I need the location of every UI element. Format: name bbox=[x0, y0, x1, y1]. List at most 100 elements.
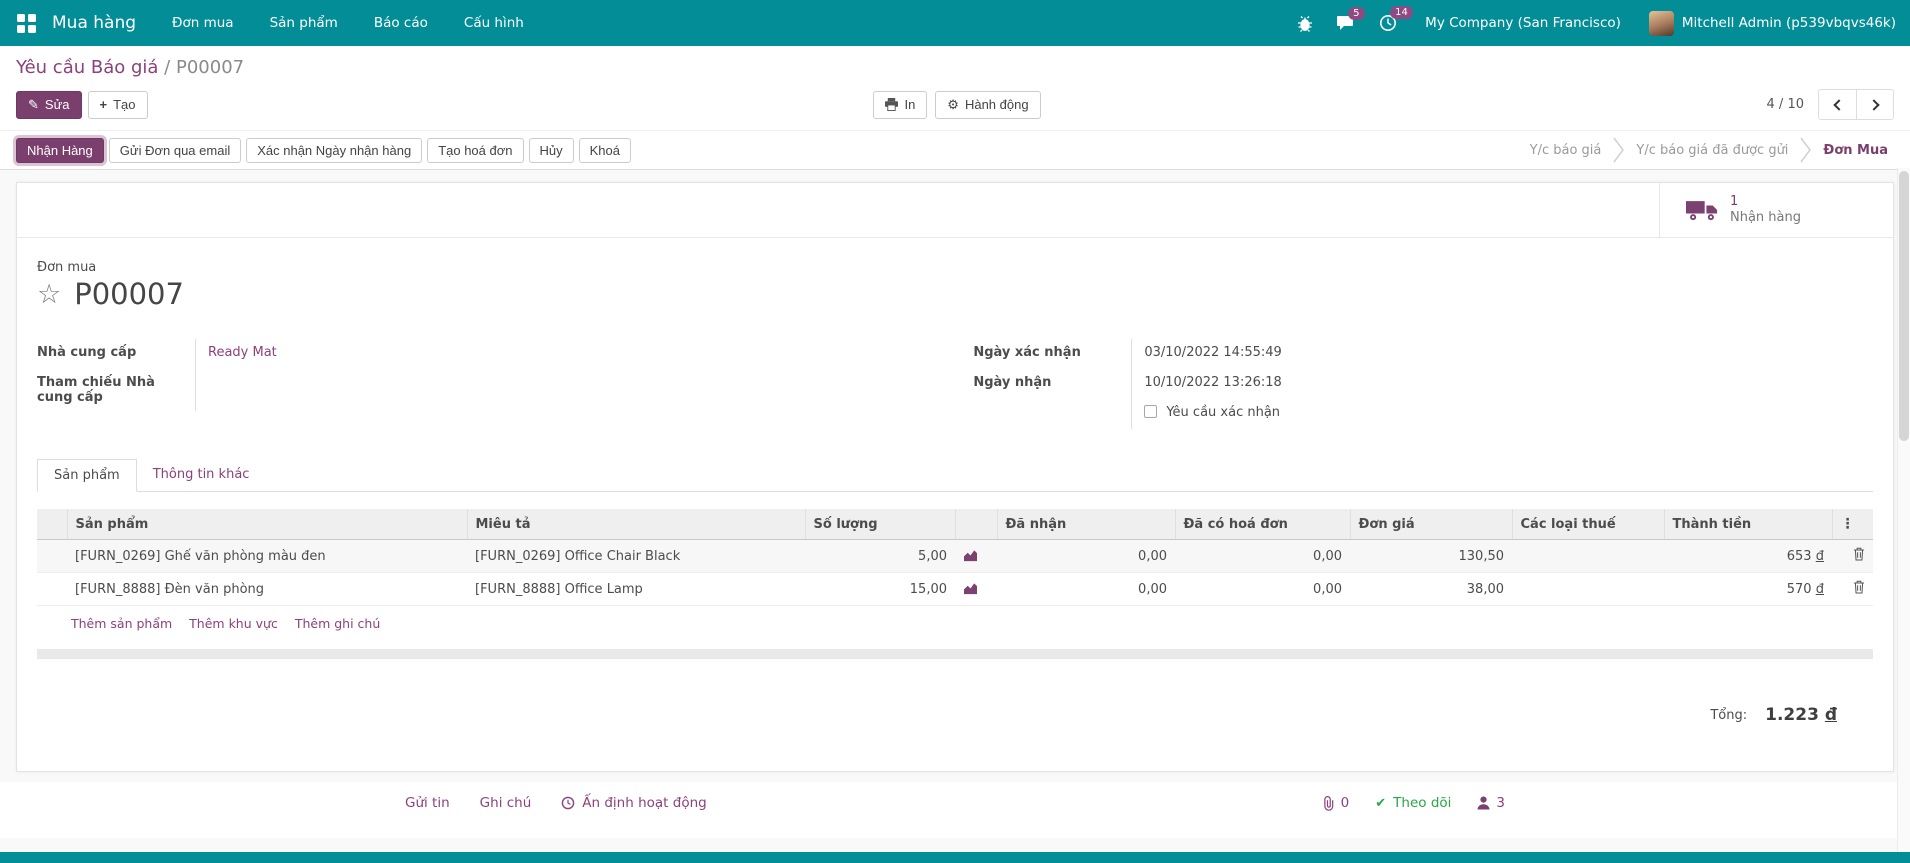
receive-products-button[interactable]: Nhận Hàng bbox=[16, 138, 104, 163]
add-note-link[interactable]: Thêm ghi chú bbox=[295, 616, 380, 631]
add-section-link[interactable]: Thêm khu vực bbox=[189, 616, 278, 631]
cell-product: [FURN_8888] Đèn văn phòng bbox=[67, 573, 467, 606]
step-arrow-icon bbox=[1800, 136, 1811, 164]
step-rfq-sent[interactable]: Y/c báo giá đã được gửi bbox=[1636, 143, 1788, 158]
currency-symbol: đ bbox=[1816, 582, 1824, 597]
create-button[interactable]: + Tạo bbox=[88, 91, 148, 119]
forecast-chart-icon[interactable] bbox=[963, 582, 978, 595]
menu-products[interactable]: Sản phẩm bbox=[270, 15, 338, 31]
table-row[interactable]: [FURN_8888] Đèn văn phòng [FURN_8888] Of… bbox=[37, 573, 1873, 606]
vendor-link[interactable]: Ready Mat bbox=[208, 345, 277, 360]
follow-button[interactable]: ✔ Theo dõi bbox=[1375, 795, 1451, 811]
pager-counter: 4 / 10 bbox=[1767, 97, 1804, 112]
billed-column-header[interactable]: Đã có hoá đơn bbox=[1175, 509, 1350, 540]
followers-button[interactable]: 3 bbox=[1477, 795, 1505, 811]
breadcrumb-current: P00007 bbox=[176, 57, 244, 78]
price-column-header[interactable]: Đơn giá bbox=[1350, 509, 1512, 540]
activities-badge: 14 bbox=[1390, 6, 1413, 19]
action-button[interactable]: ⚙ Hành động bbox=[935, 91, 1040, 119]
edit-button[interactable]: ✎ Sửa bbox=[16, 91, 82, 119]
pencil-icon: ✎ bbox=[28, 97, 39, 113]
user-menu[interactable]: Mitchell Admin (p539vbqvs46k) bbox=[1649, 11, 1896, 36]
optional-columns-icon[interactable]: ⋮ bbox=[1832, 509, 1873, 540]
menu-configuration[interactable]: Cấu hình bbox=[464, 15, 524, 31]
menu-orders[interactable]: Đơn mua bbox=[172, 15, 234, 31]
vertical-scrollbar[interactable] bbox=[1897, 168, 1910, 852]
table-row[interactable]: [FURN_0269] Ghế văn phòng màu đen [FURN_… bbox=[37, 540, 1873, 573]
pager-previous-button[interactable] bbox=[1819, 90, 1856, 119]
attachments-button[interactable]: 0 bbox=[1322, 795, 1350, 811]
schedule-activity-button[interactable]: Ấn định hoạt động bbox=[561, 795, 706, 811]
vendor-label: Nhà cung cấp bbox=[37, 339, 195, 369]
receipt-stat-button[interactable]: 1 Nhận hàng bbox=[1659, 183, 1893, 237]
create-button-label: Tạo bbox=[113, 97, 135, 112]
app-name[interactable]: Mua hàng bbox=[52, 13, 136, 33]
step-rfq[interactable]: Y/c báo giá bbox=[1530, 143, 1602, 158]
lock-button[interactable]: Khoá bbox=[579, 138, 631, 163]
breadcrumb-separator: / bbox=[164, 57, 170, 78]
add-product-link[interactable]: Thêm sản phẩm bbox=[71, 616, 172, 631]
messages-icon[interactable]: 5 bbox=[1337, 15, 1355, 31]
vendor-reference-value[interactable] bbox=[195, 369, 937, 411]
cell-billed: 0,00 bbox=[1175, 540, 1350, 573]
debug-bug-icon[interactable] bbox=[1297, 15, 1313, 32]
delete-trash-icon[interactable] bbox=[1853, 580, 1865, 594]
bottom-window-bar bbox=[0, 852, 1910, 863]
breadcrumb: Yêu cầu Báo giá / P00007 bbox=[16, 57, 1894, 78]
plus-icon: + bbox=[100, 97, 108, 112]
breadcrumb-parent[interactable]: Yêu cầu Báo giá bbox=[16, 57, 158, 78]
forecast-chart-icon[interactable] bbox=[963, 549, 978, 562]
qty-column-header[interactable]: Số lượng bbox=[805, 509, 955, 540]
receipt-date-label: Ngày nhận bbox=[973, 369, 1131, 399]
tab-products[interactable]: Sản phẩm bbox=[37, 459, 137, 492]
chevron-left-icon bbox=[1833, 99, 1844, 110]
subtotal-column-header[interactable]: Thành tiền bbox=[1664, 509, 1832, 540]
cell-received: 0,00 bbox=[997, 573, 1175, 606]
delete-trash-icon[interactable] bbox=[1853, 547, 1865, 561]
company-switcher[interactable]: My Company (San Francisco) bbox=[1425, 15, 1621, 31]
chevron-right-icon bbox=[1868, 99, 1879, 110]
log-note-button[interactable]: Ghi chú bbox=[480, 795, 532, 811]
notebook-tabs: Sản phẩm Thông tin khác bbox=[37, 459, 1873, 492]
action-button-label: Hành động bbox=[965, 97, 1029, 112]
cell-taxes bbox=[1512, 540, 1664, 573]
activity-clock-icon bbox=[561, 796, 575, 810]
received-column-header[interactable]: Đã nhận bbox=[997, 509, 1175, 540]
cell-price: 130,50 bbox=[1350, 540, 1512, 573]
row-handle[interactable] bbox=[37, 573, 67, 606]
print-button[interactable]: In bbox=[873, 91, 927, 119]
send-by-email-button[interactable]: Gửi Đơn qua email bbox=[109, 138, 241, 163]
tab-other-info[interactable]: Thông tin khác bbox=[137, 459, 266, 492]
receipt-count: 1 bbox=[1730, 194, 1801, 210]
button-box: 1 Nhận hàng bbox=[17, 183, 1893, 238]
paperclip-icon bbox=[1322, 796, 1335, 811]
forecast-column-header bbox=[955, 509, 997, 540]
cell-price: 38,00 bbox=[1350, 573, 1512, 606]
confirm-receipt-date-button[interactable]: Xác nhận Ngày nhận hàng bbox=[246, 138, 422, 163]
table-header-row: Sản phẩm Miêu tả Số lượng Đã nhận Đã có … bbox=[37, 509, 1873, 540]
activities-clock-icon[interactable]: 14 bbox=[1379, 14, 1397, 32]
step-purchase-order[interactable]: Đơn Mua bbox=[1823, 143, 1888, 158]
status-steps: Y/c báo giá Y/c báo giá đã được gửi Đơn … bbox=[1530, 136, 1894, 164]
menu-reporting[interactable]: Báo cáo bbox=[374, 15, 428, 31]
edit-button-label: Sửa bbox=[45, 97, 70, 112]
pager-next-button[interactable] bbox=[1856, 90, 1893, 119]
form-sheet: 1 Nhận hàng Đơn mua ☆ P00007 Nhà cung cấ… bbox=[16, 182, 1894, 772]
ask-confirmation-checkbox[interactable] bbox=[1144, 405, 1157, 418]
row-handle[interactable] bbox=[37, 540, 67, 573]
cell-qty: 15,00 bbox=[805, 573, 955, 606]
send-message-button[interactable]: Gửi tin bbox=[405, 795, 450, 811]
description-column-header[interactable]: Miêu tả bbox=[467, 509, 805, 540]
systray: 5 14 My Company (San Francisco) Mitchell… bbox=[1297, 11, 1896, 36]
apps-menu-icon[interactable] bbox=[14, 11, 38, 35]
receipt-date-value: 10/10/2022 13:26:18 bbox=[1131, 369, 1873, 399]
messages-badge: 5 bbox=[1348, 7, 1364, 20]
create-bill-button[interactable]: Tạo hoá đơn bbox=[427, 138, 523, 163]
gear-icon: ⚙ bbox=[947, 97, 959, 113]
cancel-button[interactable]: Hủy bbox=[529, 138, 574, 163]
product-column-header[interactable]: Sản phẩm bbox=[67, 509, 467, 540]
scrollbar-thumb[interactable] bbox=[1899, 171, 1909, 441]
vendor-reference-label: Tham chiếu Nhà cung cấp bbox=[37, 369, 195, 411]
taxes-column-header[interactable]: Các loại thuế bbox=[1512, 509, 1664, 540]
favorite-star-icon[interactable]: ☆ bbox=[37, 281, 61, 308]
